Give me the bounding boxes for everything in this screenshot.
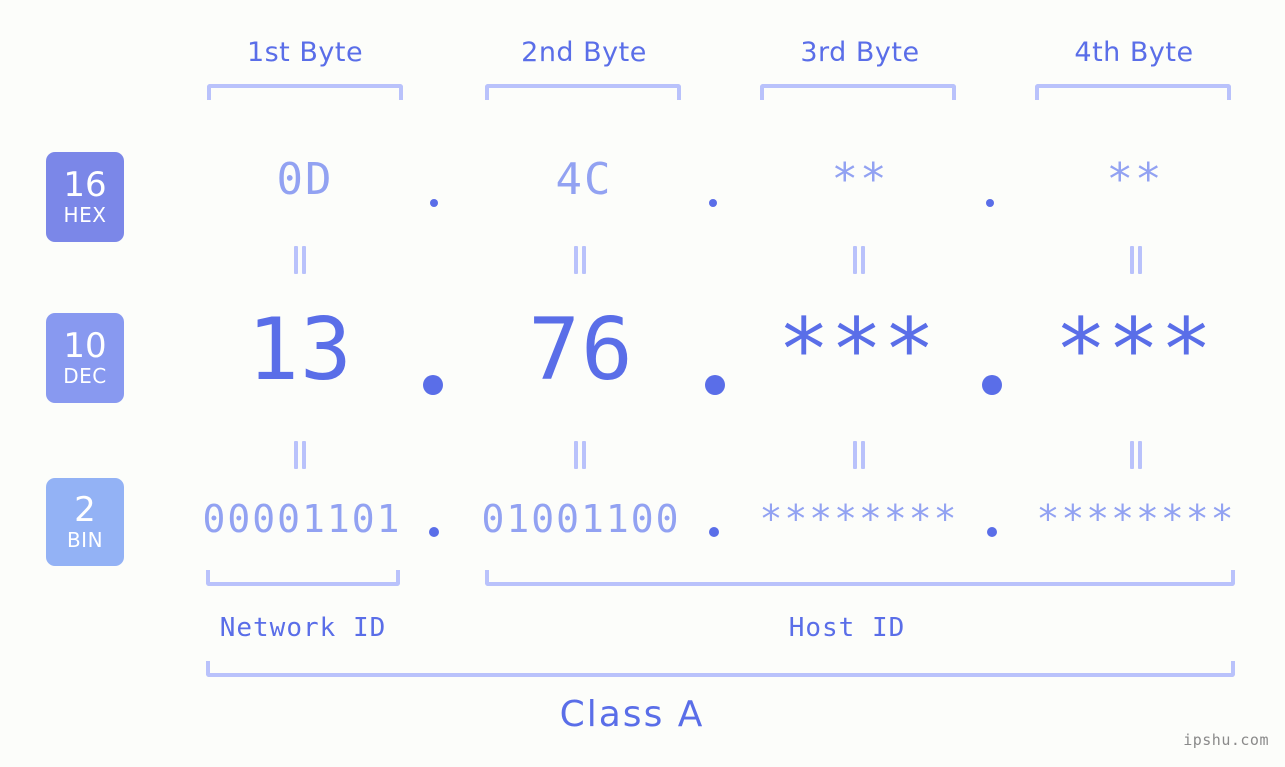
byte-bracket-top-4 xyxy=(1035,84,1231,100)
class-label: Class A xyxy=(559,694,705,735)
byte-bracket-top-1 xyxy=(207,84,403,100)
class-bracket xyxy=(206,661,1235,677)
byte-header-2: 2nd Byte xyxy=(521,37,647,68)
base-badge-dec-number: 10 xyxy=(63,326,107,366)
dec-byte-2: 76 xyxy=(528,300,634,400)
byte-header-1: 1st Byte xyxy=(246,37,364,68)
byte-header-4: 4th Byte xyxy=(1074,37,1194,68)
network-id-bracket xyxy=(206,570,400,586)
equals-dec-bin-3 xyxy=(851,441,867,469)
base-badge-dec: 10 DEC xyxy=(46,313,124,403)
hex-byte-3: ** xyxy=(831,154,889,205)
bin-byte-3: ******** xyxy=(759,497,959,541)
hex-byte-1: 0D xyxy=(276,154,334,205)
dec-separator-1 xyxy=(423,375,443,395)
equals-hex-dec-1 xyxy=(292,246,308,274)
dec-byte-3: *** xyxy=(777,300,937,400)
bin-separator-3 xyxy=(987,527,997,537)
hex-separator-1 xyxy=(430,199,438,207)
site-watermark: ipshu.com xyxy=(1183,731,1269,749)
hex-separator-3 xyxy=(986,199,994,207)
equals-dec-bin-1 xyxy=(292,441,308,469)
bin-separator-1 xyxy=(429,527,439,537)
host-id-bracket xyxy=(485,570,1235,586)
equals-hex-dec-3 xyxy=(851,246,867,274)
base-badge-hex-label: HEX xyxy=(63,203,107,227)
dec-separator-2 xyxy=(705,375,725,395)
dec-byte-1: 13 xyxy=(247,300,353,400)
bin-separator-2 xyxy=(709,527,719,537)
base-badge-bin: 2 BIN xyxy=(46,478,124,566)
ip-byte-breakdown-diagram: 1st Byte 2nd Byte 3rd Byte 4th Byte 16 H… xyxy=(0,0,1285,767)
network-id-label: Network ID xyxy=(219,613,387,643)
dec-separator-3 xyxy=(982,375,1002,395)
dec-byte-4: *** xyxy=(1054,300,1214,400)
hex-separator-2 xyxy=(709,199,717,207)
base-badge-dec-label: DEC xyxy=(63,364,107,388)
byte-bracket-top-3 xyxy=(760,84,956,100)
hex-byte-2: 4C xyxy=(555,154,613,205)
base-badge-bin-number: 2 xyxy=(74,490,96,530)
hex-byte-4: ** xyxy=(1106,154,1164,205)
bin-byte-2: 01001100 xyxy=(481,497,681,541)
base-badge-hex-number: 16 xyxy=(63,165,107,205)
byte-header-3: 3rd Byte xyxy=(800,37,920,68)
base-badge-hex: 16 HEX xyxy=(46,152,124,242)
equals-dec-bin-4 xyxy=(1128,441,1144,469)
byte-bracket-top-2 xyxy=(485,84,681,100)
equals-hex-dec-2 xyxy=(572,246,588,274)
base-badge-bin-label: BIN xyxy=(66,528,104,552)
equals-hex-dec-4 xyxy=(1128,246,1144,274)
bin-byte-1: 00001101 xyxy=(202,497,402,541)
bin-byte-4: ******** xyxy=(1036,497,1236,541)
host-id-label: Host ID xyxy=(788,613,906,643)
equals-dec-bin-2 xyxy=(572,441,588,469)
